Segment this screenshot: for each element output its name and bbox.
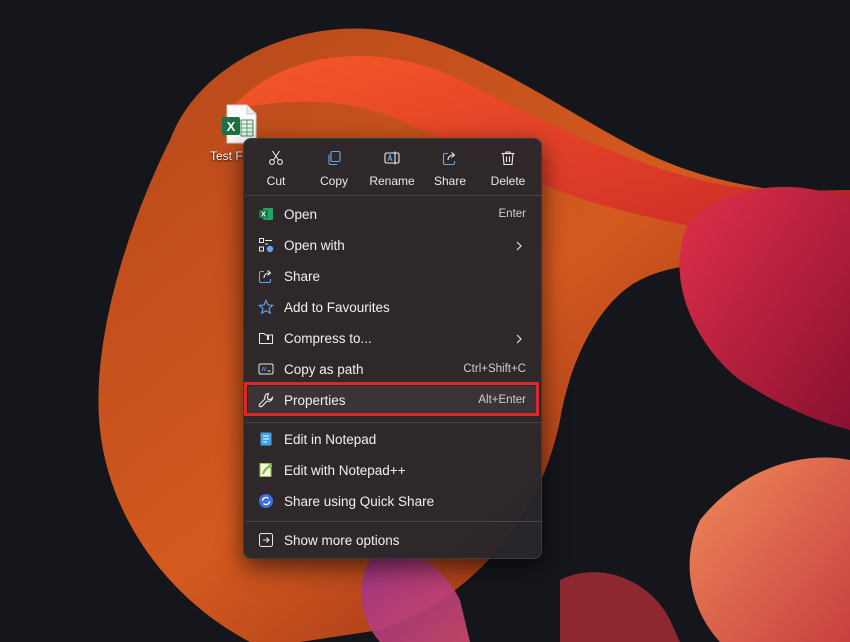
menu-divider (245, 195, 541, 196)
delete-label: Delete (490, 174, 526, 188)
rename-button[interactable]: Rename (363, 147, 421, 191)
menu-item-copy-as-path[interactable]: Copy as path Ctrl+Shift+C (248, 355, 538, 384)
cut-label: Cut (266, 174, 286, 188)
notepad-icon (260, 432, 272, 446)
chevron-right-icon (516, 241, 522, 251)
menu-item-label: Edit in Notepad (284, 432, 377, 447)
context-menu: Cut Copy Rename Share Delete X Open Ente… (243, 138, 542, 559)
chevron-right-icon (516, 334, 522, 344)
menu-item-edit-with-notepad-plus-plus[interactable]: Edit with Notepad++ (248, 456, 538, 485)
trash-icon (501, 151, 515, 166)
properties-highlight-box (244, 382, 539, 416)
file-name-label: Test Fi (210, 149, 246, 163)
rename-label: Rename (369, 174, 415, 188)
share-label: Share (433, 174, 467, 188)
menu-item-compress-to[interactable]: Compress to... (248, 324, 538, 353)
svg-text:X: X (227, 119, 236, 134)
copy-label: Copy (319, 174, 348, 188)
star-icon (258, 299, 274, 315)
more-options-icon (259, 533, 273, 547)
path-icon (258, 363, 274, 375)
menu-item-label: Copy as path (284, 362, 364, 377)
menu-divider (245, 422, 541, 423)
context-menu-toolbar: Cut Copy Rename Share Delete (244, 139, 541, 195)
copy-button[interactable]: Copy (305, 147, 363, 191)
menu-item-label: Open (284, 207, 318, 222)
svg-text:X: X (261, 212, 266, 219)
delete-button[interactable]: Delete (479, 147, 537, 191)
zip-folder-icon (259, 333, 273, 344)
rename-icon (384, 151, 400, 165)
share-icon (442, 152, 456, 166)
menu-item-label: Compress to... (284, 331, 372, 346)
share-button[interactable]: Share (421, 147, 479, 191)
menu-item-share-using-quick-share[interactable]: Share using Quick Share (248, 487, 538, 516)
menu-item-add-to-favourites[interactable]: Add to Favourites (248, 293, 538, 322)
menu-item-edit-in-notepad[interactable]: Edit in Notepad (248, 425, 538, 454)
menu-item-label: Share using Quick Share (284, 494, 435, 509)
notepad-plus-plus-icon (259, 463, 272, 477)
cut-button[interactable]: Cut (247, 147, 305, 191)
menu-item-label: Show more options (284, 533, 400, 548)
menu-item-label: Share (284, 269, 321, 284)
shortcut-text: Ctrl+Shift+C (463, 363, 526, 375)
share-icon (258, 270, 272, 284)
menu-item-share[interactable]: Share (248, 262, 538, 291)
open-with-icon (259, 238, 274, 253)
copy-icon (328, 150, 341, 166)
menu-item-label: Edit with Notepad++ (284, 463, 406, 478)
shortcut-text: Enter (498, 208, 527, 220)
menu-item-open-with[interactable]: Open with (248, 231, 538, 260)
quick-share-icon (259, 494, 273, 508)
menu-item-open[interactable]: X Open Enter (248, 200, 538, 229)
excel-icon: X (259, 208, 273, 220)
menu-divider (245, 521, 541, 522)
menu-item-label: Add to Favourites (284, 300, 390, 315)
menu-item-label: Open with (284, 238, 345, 253)
menu-item-show-more-options[interactable]: Show more options (248, 526, 538, 555)
scissors-icon (269, 150, 283, 165)
